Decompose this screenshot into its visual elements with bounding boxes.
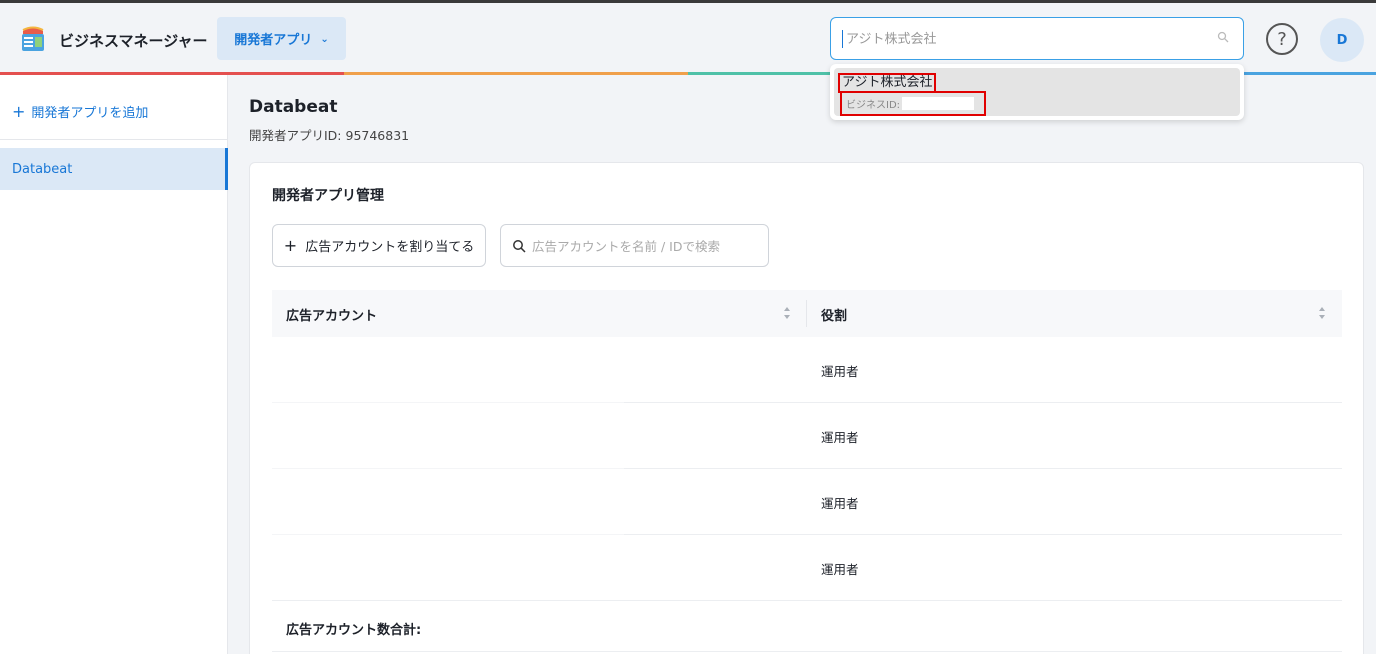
developer-app-selector[interactable]: 開発者アプリ ⌄ xyxy=(217,17,346,60)
developer-app-id: 開発者アプリID: 95746831 xyxy=(249,128,410,143)
column-header-role[interactable]: 役割 xyxy=(821,305,847,324)
chevron-down-icon: ⌄ xyxy=(320,34,329,45)
search-icon xyxy=(1217,31,1229,43)
table-header: 広告アカウント 役割 xyxy=(272,290,1342,337)
sidebar-divider xyxy=(0,139,228,140)
business-search-box[interactable] xyxy=(830,17,1244,60)
question-mark-icon: ? xyxy=(1277,28,1287,50)
sort-icon[interactable] xyxy=(783,306,791,320)
assign-ad-account-button[interactable]: + 広告アカウントを割り当てる xyxy=(272,224,486,267)
role-cell: 運用者 xyxy=(821,430,859,445)
assign-button-label: 広告アカウントを割り当てる xyxy=(305,240,475,255)
dropdown-option-business[interactable]: アジト株式会社 ビジネスID: xyxy=(834,68,1240,116)
card-title: 開発者アプリ管理 xyxy=(272,188,384,204)
top-header: ビジネスマネージャー 開発者アプリ ⌄ ? D xyxy=(0,3,1376,73)
table-row: 運用者 xyxy=(272,337,1342,403)
sidebar-item-databeat[interactable]: Databeat xyxy=(0,148,228,190)
search-icon xyxy=(513,240,526,253)
sidebar: + 開発者アプリを追加 Databeat xyxy=(0,75,228,654)
row-divider xyxy=(272,600,1342,601)
app-logo-icon xyxy=(22,26,44,51)
help-button[interactable]: ? xyxy=(1266,23,1298,55)
app-title: ビジネスマネージャー xyxy=(59,32,208,50)
user-avatar[interactable]: D xyxy=(1320,18,1364,62)
role-cell: 運用者 xyxy=(821,496,859,511)
role-cell: 運用者 xyxy=(821,364,859,379)
business-id-label: ビジネスID: xyxy=(846,100,901,111)
ad-account-search-input[interactable] xyxy=(532,233,762,259)
role-cell: 運用者 xyxy=(821,562,859,577)
table-row: 運用者 xyxy=(272,469,1342,535)
plus-icon: + xyxy=(12,102,26,121)
table-row: 運用者 xyxy=(272,535,1342,601)
column-header-ad-account[interactable]: 広告アカウント xyxy=(286,305,377,324)
text-cursor xyxy=(842,30,843,48)
developer-app-management-card: 開発者アプリ管理 + 広告アカウントを割り当てる 広告アカウント 役割 運用者 … xyxy=(249,162,1364,654)
plus-icon: + xyxy=(283,236,298,255)
business-search-input[interactable] xyxy=(846,26,1206,52)
table-row: 運用者 xyxy=(272,403,1342,469)
page-title: Databeat xyxy=(249,97,338,117)
business-search-dropdown: アジト株式会社 ビジネスID: xyxy=(830,64,1244,120)
ad-account-search-box[interactable] xyxy=(500,224,769,267)
add-developer-app-link[interactable]: + 開発者アプリを追加 xyxy=(12,102,148,121)
add-app-label: 開発者アプリを追加 xyxy=(31,106,149,121)
sort-icon[interactable] xyxy=(1318,306,1326,320)
redacted-business-id xyxy=(902,97,975,110)
option-business-name: アジト株式会社 xyxy=(838,73,937,93)
total-divider xyxy=(272,651,1342,652)
column-divider xyxy=(806,300,807,327)
option-business-id: ビジネスID: xyxy=(840,91,986,116)
app-selector-label: 開発者アプリ xyxy=(234,33,313,48)
ad-account-total-label: 広告アカウント数合計: xyxy=(286,623,422,638)
